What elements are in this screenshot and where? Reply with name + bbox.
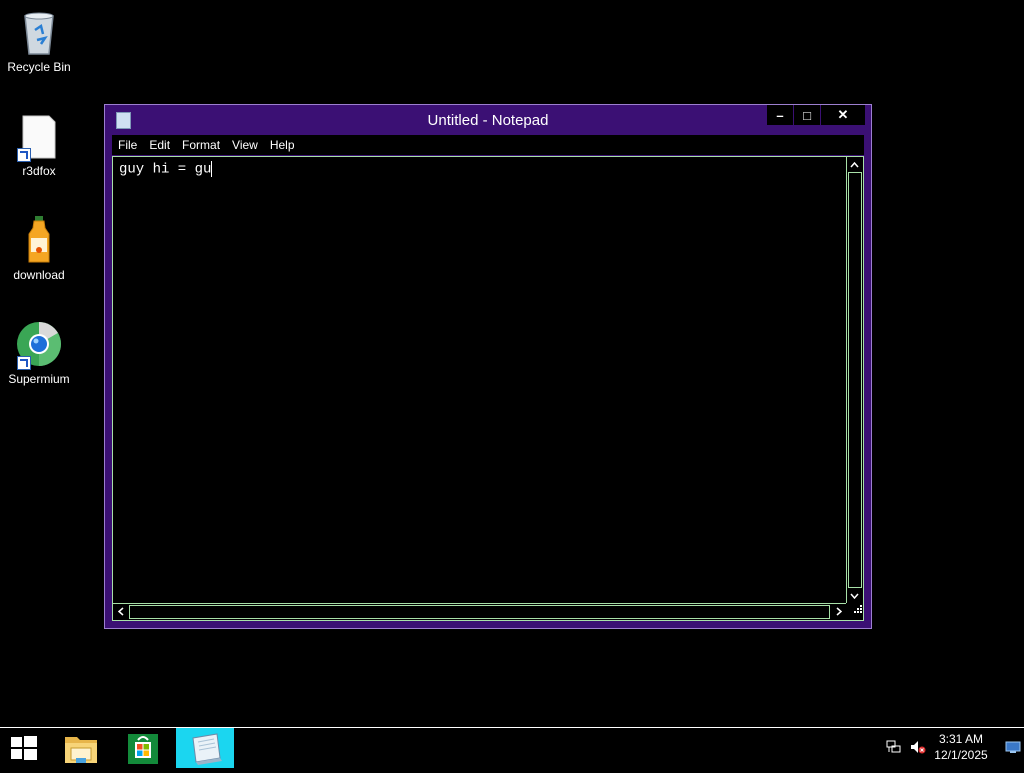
desktop-icon-label: download [13,268,65,282]
title-bar[interactable]: Untitled - Notepad – □ ✕ [105,105,871,135]
start-button[interactable] [0,728,48,768]
menu-edit[interactable]: Edit [143,138,176,152]
volume-muted-icon[interactable] [910,740,926,754]
resize-grip-icon[interactable] [846,603,863,620]
desktop-icon-label: Recycle Bin [7,60,71,74]
shortcut-arrow-icon [17,356,31,370]
vertical-scroll-track[interactable] [848,172,862,588]
horizontal-scrollbar[interactable] [113,603,846,620]
taskbar-notepad[interactable] [176,728,234,768]
menu-bar: File Edit Format View Help [112,135,864,155]
scroll-left-icon[interactable] [113,604,128,619]
network-icon[interactable] [886,740,902,754]
clock-time: 3:31 AM [938,732,984,746]
maximize-button[interactable]: □ [794,105,820,125]
scroll-right-icon[interactable] [831,604,846,619]
notepad-icon [192,733,222,765]
taskbar-file-explorer[interactable] [52,728,110,768]
menu-help[interactable]: Help [264,138,301,152]
window-title: Untitled - Notepad [427,112,549,129]
desktop-icon-r3dfox[interactable]: r3dfox [0,112,78,178]
juice-bottle-icon [15,216,63,264]
store-icon [128,734,158,764]
menu-format[interactable]: Format [176,138,226,152]
scroll-up-icon[interactable] [847,157,862,172]
browser-icon [15,320,63,370]
clock[interactable]: 3:31 AM 12/1/2025 [926,731,996,763]
desktop-icon-download[interactable]: download [0,216,78,282]
scroll-down-icon[interactable] [847,588,862,603]
taskbar-store[interactable] [114,728,172,768]
menu-file[interactable]: File [112,138,143,152]
show-desktop-icon[interactable] [1005,740,1021,754]
vertical-scrollbar[interactable] [846,157,863,603]
notepad-window[interactable]: Untitled - Notepad – □ ✕ File Edit Forma… [104,104,872,629]
caption-buttons: – □ ✕ [766,105,865,125]
editor-content: guy hi = gu [119,161,212,178]
taskbar: 3:31 AM 12/1/2025 [0,727,1024,768]
system-tray: 3:31 AM 12/1/2025 [874,728,1024,768]
file-explorer-icon [65,737,97,763]
menu-view[interactable]: View [226,138,264,152]
shortcut-arrow-icon [17,148,31,162]
file-shortcut-icon [15,112,63,162]
minimize-button[interactable]: – [767,105,793,125]
desktop-icon-label: r3dfox [22,164,56,178]
editor-text-line[interactable]: guy hi = gu [119,161,213,178]
text-editor[interactable]: guy hi = gu [112,156,864,621]
desktop-icon-label: Supermium [8,372,70,386]
start-windows-icon [11,736,37,760]
desktop-icon-supermium[interactable]: Supermium [0,320,78,386]
clock-date: 12/1/2025 [934,748,988,762]
recycle-bin-icon [15,8,63,56]
horizontal-scroll-track[interactable] [129,605,830,619]
desktop-icon-recycle-bin[interactable]: Recycle Bin [0,8,78,74]
text-caret [211,161,213,177]
close-button[interactable]: ✕ [821,105,865,125]
